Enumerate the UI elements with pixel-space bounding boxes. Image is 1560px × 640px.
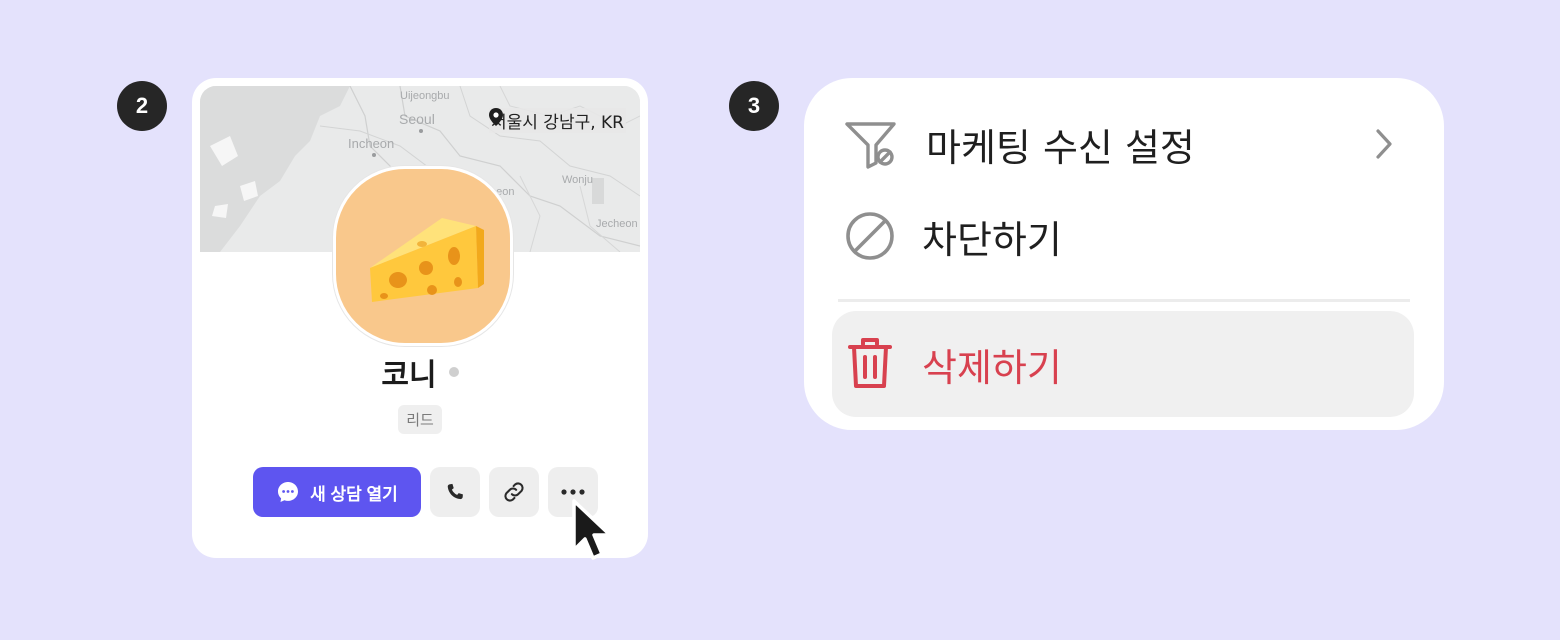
map-label: Jecheon	[596, 218, 638, 230]
mouse-cursor-icon	[572, 499, 612, 560]
phone-icon	[447, 483, 463, 500]
chat-bubble-icon	[278, 482, 299, 502]
menu-item-label: 삭제하기	[922, 345, 1062, 390]
lead-tag: 리드	[398, 405, 442, 434]
link-icon	[504, 482, 524, 502]
name-row: 코니	[192, 350, 648, 394]
open-chat-label: 새 상담 열기	[310, 484, 398, 504]
avatar[interactable]	[333, 166, 513, 346]
more-icon	[561, 489, 585, 495]
menu-item-block[interactable]: 차단하기	[832, 188, 1414, 284]
trash-icon	[848, 338, 892, 388]
more-options-menu: 마케팅 수신 설정 차단하기 삭제하기	[804, 78, 1444, 430]
cheese-icon	[370, 218, 484, 302]
marketing-filter-icon	[845, 122, 896, 169]
contact-name: 코니	[381, 358, 437, 393]
action-bar: 새 상담 열기	[253, 467, 598, 517]
step-badge-3: 3	[729, 81, 779, 131]
profile-card: Uijeongbu Seoul Incheon heon Wonju Jeche…	[192, 78, 648, 558]
menu-item-label: 마케팅 수신 설정	[926, 125, 1195, 170]
chevron-right-icon	[1376, 129, 1392, 159]
menu-item-delete[interactable]: 삭제하기	[832, 311, 1414, 417]
map-label: Incheon	[348, 136, 395, 151]
menu-divider	[838, 299, 1410, 302]
call-button[interactable]	[430, 467, 480, 517]
menu-item-marketing-settings[interactable]: 마케팅 수신 설정	[832, 96, 1414, 192]
status-indicator	[448, 367, 459, 377]
location-label: 서울시 강남구, KR	[488, 108, 626, 133]
step-badge-2: 2	[117, 81, 167, 131]
map-label: Uijeongbu	[400, 90, 450, 102]
location-pin-icon	[488, 108, 503, 126]
location-text: 서울시 강남구, KR	[490, 113, 624, 133]
map-label: Seoul	[399, 111, 435, 127]
menu-item-label: 차단하기	[922, 217, 1062, 262]
map-label: Wonju	[562, 174, 593, 186]
open-chat-button[interactable]: 새 상담 열기	[253, 467, 421, 517]
block-icon	[846, 212, 894, 260]
copy-link-button[interactable]	[489, 467, 539, 517]
